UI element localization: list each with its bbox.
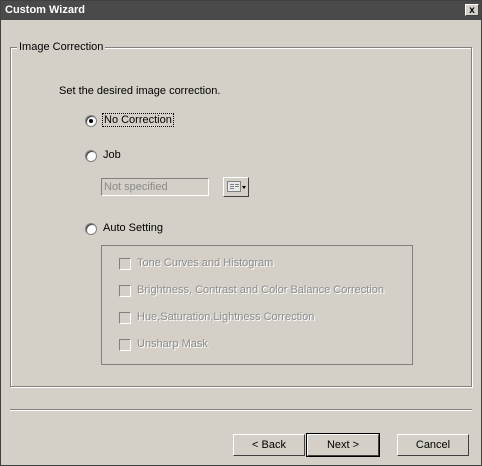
instruction-text: Set the desired image correction. [59,85,221,97]
hue-saturation-checkbox [119,312,131,324]
job-radio[interactable] [85,150,97,162]
back-button[interactable]: < Back [233,434,305,456]
tone-curves-checkbox [119,258,131,270]
brightness-contrast-label: Brightness, Contrast and Color Balance C… [137,284,385,296]
unsharp-mask-checkbox [119,339,131,351]
auto-setting-radio[interactable] [85,223,97,235]
custom-wizard-dialog: Custom Wizard x Image Correction Set the… [0,0,482,466]
close-button[interactable]: x [465,4,479,16]
job-picker-button [223,177,249,197]
hue-saturation-label: Hue,Saturation,Lightness Correction [137,311,315,323]
no-correction-label[interactable]: No Correction [102,113,174,127]
unsharp-mask-label: Unsharp Mask [137,338,208,350]
next-button[interactable]: Next > [306,433,380,457]
brightness-contrast-checkbox [119,285,131,297]
window-title: Custom Wizard [5,4,85,16]
title-bar: Custom Wizard x [1,1,481,20]
list-view-icon [227,181,241,192]
dropdown-arrow-icon [242,186,246,189]
cancel-button[interactable]: Cancel [397,434,469,456]
group-title: Image Correction [17,41,106,53]
job-input: Not specified [101,178,209,196]
button-separator [10,409,472,411]
no-correction-radio[interactable] [85,115,97,127]
auto-setting-label[interactable]: Auto Setting [103,222,163,234]
tone-curves-label: Tone Curves and Histogram [137,257,274,269]
job-label[interactable]: Job [103,149,121,161]
